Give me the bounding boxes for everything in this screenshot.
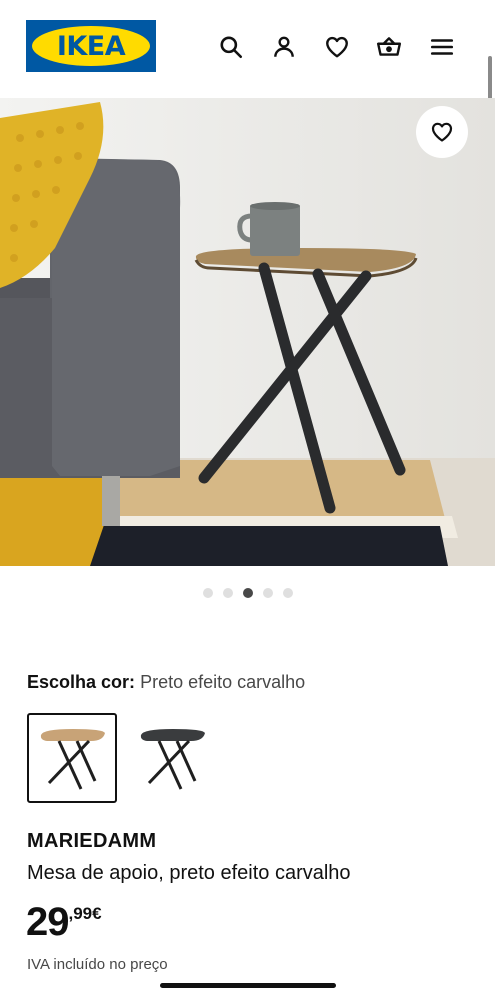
color-swatch-black[interactable] <box>127 713 217 803</box>
carousel-dot-active[interactable] <box>242 588 253 598</box>
color-choice-value: Preto efeito carvalho <box>140 672 306 692</box>
price-whole: 29 <box>26 900 69 944</box>
menu-icon[interactable] <box>427 32 457 62</box>
logo-text: IKEA <box>56 30 126 62</box>
color-choice-title: Escolha cor: <box>27 672 136 692</box>
heart-icon[interactable] <box>322 32 352 62</box>
carousel-dot[interactable] <box>282 588 293 598</box>
carousel-dot[interactable] <box>202 588 213 598</box>
color-choice-label: Escolha cor: Preto efeito carvalho <box>27 672 305 693</box>
vat-note: IVA incluído no preço <box>27 956 168 973</box>
user-icon[interactable] <box>269 32 299 62</box>
product-description: Mesa de apoio, preto efeito carvalho <box>27 862 351 884</box>
cart-icon[interactable] <box>374 32 404 62</box>
oak-table-thumbnail <box>40 729 105 790</box>
product-price: 29 ,99€ <box>26 898 102 946</box>
add-to-favorites-button[interactable] <box>416 106 468 158</box>
carousel-dot[interactable] <box>262 588 273 598</box>
black-table-thumbnail <box>140 729 205 790</box>
carousel-indicators <box>0 588 495 598</box>
carousel-dot[interactable] <box>222 588 233 598</box>
product-image-gallery[interactable] <box>0 98 495 566</box>
heart-icon <box>431 122 453 142</box>
product-name: MARIEDAMM <box>27 830 157 852</box>
ikea-logo[interactable]: IKEA <box>26 20 156 72</box>
home-indicator[interactable] <box>160 983 336 988</box>
top-navigation-bar: IKEA <box>0 0 495 98</box>
product-photo <box>0 98 495 566</box>
search-icon[interactable] <box>216 32 246 62</box>
color-swatch-oak[interactable] <box>27 713 117 803</box>
price-decimal: ,99€ <box>68 904 102 923</box>
logo-oval: IKEA <box>32 26 150 66</box>
